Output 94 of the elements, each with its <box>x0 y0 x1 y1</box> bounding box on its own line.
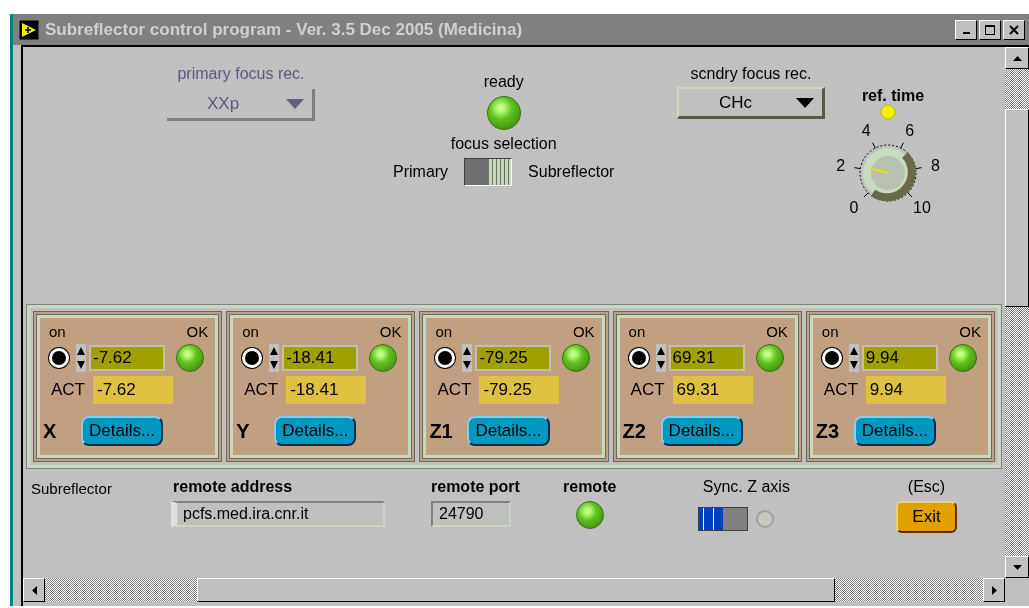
axis-radio[interactable] <box>435 348 456 368</box>
remote-address-field[interactable]: pcfs.med.ira.cnr.it <box>171 501 385 527</box>
ok-label: OK <box>572 323 595 340</box>
ref-time-label: ref. time <box>861 87 925 105</box>
horizontal-scrollbar[interactable] <box>23 578 1005 602</box>
actual-value: 69.31 <box>672 376 753 404</box>
dropdown-arrow-icon <box>286 98 304 109</box>
act-label: ACT <box>630 380 665 400</box>
down-arrow-icon <box>1012 564 1022 570</box>
maximize-icon <box>985 24 995 35</box>
actual-value: -7.62 <box>93 376 173 404</box>
subreflector-label: Subreflector <box>528 163 615 181</box>
focus-selection-label: focus selection <box>450 135 557 153</box>
right-arrow-icon <box>991 585 997 595</box>
knob-tick-label: 10 <box>913 198 931 216</box>
knob-tick-label: 2 <box>836 157 846 175</box>
knob-tick-label: 4 <box>861 122 871 140</box>
details-button[interactable]: Details... <box>660 416 743 446</box>
act-label: ACT <box>823 380 858 400</box>
esc-hint: (Esc) <box>907 478 946 496</box>
spinner-arrows-icon[interactable] <box>655 344 666 372</box>
app-icon <box>19 19 39 40</box>
details-button[interactable]: Details... <box>853 416 936 446</box>
axis-name: Z3 <box>815 419 838 443</box>
ready-label: ready <box>483 73 524 91</box>
axis-radio[interactable] <box>49 348 69 368</box>
ok-label: OK <box>959 323 981 340</box>
on-label: on <box>49 323 66 340</box>
axis-radio[interactable] <box>821 348 842 368</box>
vertical-scrollbar[interactable] <box>1005 47 1029 578</box>
spinner-arrows-icon[interactable] <box>462 344 473 372</box>
axis-name: Z1 <box>429 419 452 443</box>
scroll-thumb[interactable] <box>197 578 835 602</box>
remote-port-label: remote port <box>431 478 520 496</box>
remote-label: remote <box>563 478 617 496</box>
scroll-thumb[interactable] <box>1005 109 1029 307</box>
close-button[interactable] <box>1003 19 1025 40</box>
secondary-focus-label: scndry focus rec. <box>690 65 812 83</box>
ok-label: OK <box>766 323 788 340</box>
remote-address-label: remote address <box>173 478 293 496</box>
spinner-arrows-icon[interactable] <box>269 344 280 372</box>
ok-label: OK <box>379 323 402 340</box>
setpoint-field[interactable]: -79.25 <box>475 345 552 371</box>
secondary-focus-dropdown[interactable]: CHc <box>677 87 825 119</box>
left-arrow-icon <box>31 585 37 595</box>
remote-port-field[interactable]: 24790 <box>431 501 511 527</box>
axis-radio[interactable] <box>628 348 649 368</box>
ok-label: OK <box>186 323 209 340</box>
details-button[interactable]: Details... <box>81 416 164 446</box>
setpoint-field[interactable]: 9.94 <box>861 345 938 371</box>
knob-scale <box>853 142 923 202</box>
up-arrow-icon <box>1012 55 1022 61</box>
window-title: Subreflector control program - Ver. 3.5 Dec 2005 (Medicina) <box>45 19 524 40</box>
maximize-button[interactable] <box>979 19 1001 40</box>
actual-value: -18.41 <box>286 376 367 404</box>
dropdown-arrow-icon <box>796 97 814 108</box>
details-button[interactable]: Details... <box>274 416 357 446</box>
minimize-button[interactable] <box>955 19 977 40</box>
primary-label: Primary <box>393 163 449 181</box>
spinner-arrows-icon[interactable] <box>848 344 859 372</box>
act-label: ACT <box>51 380 85 400</box>
actual-value: 9.94 <box>865 376 946 404</box>
subreflector-caption: Subreflector <box>31 480 113 499</box>
scroll-down-button[interactable] <box>1005 556 1029 578</box>
knob-tick-label: 8 <box>930 157 940 175</box>
details-button[interactable]: Details... <box>467 416 550 446</box>
setpoint-field[interactable]: -18.41 <box>282 345 359 371</box>
exit-button[interactable]: Exit <box>896 501 957 533</box>
ref-time-knob[interactable] <box>863 148 916 202</box>
axis-name: Y <box>236 419 251 443</box>
act-label: ACT <box>437 380 472 400</box>
on-label: on <box>242 323 259 340</box>
on-label: on <box>628 323 646 340</box>
knob-tick-label: 0 <box>849 198 859 216</box>
knob-tick-label: 6 <box>905 122 915 140</box>
close-icon <box>1009 24 1019 35</box>
act-label: ACT <box>244 380 279 400</box>
minimize-icon <box>962 32 970 34</box>
axis-name: Z2 <box>622 419 645 443</box>
scroll-right-button[interactable] <box>983 578 1005 602</box>
on-label: on <box>821 323 839 340</box>
focus-selection-switch[interactable] <box>464 158 513 186</box>
sync-z-switch[interactable] <box>698 507 749 531</box>
setpoint-field[interactable]: 69.31 <box>668 345 745 371</box>
sync-z-label: Sync. Z axis <box>702 478 790 496</box>
setpoint-field[interactable]: -7.62 <box>89 345 165 371</box>
spinner-arrows-icon[interactable] <box>76 344 86 372</box>
axis-radio[interactable] <box>242 348 263 368</box>
on-label: on <box>435 323 453 340</box>
axis-name: X <box>43 419 58 443</box>
primary-focus-label: primary focus rec. <box>177 65 305 83</box>
scroll-left-button[interactable] <box>23 578 45 602</box>
actual-value: -79.25 <box>479 376 560 404</box>
scroll-up-button[interactable] <box>1005 47 1029 69</box>
